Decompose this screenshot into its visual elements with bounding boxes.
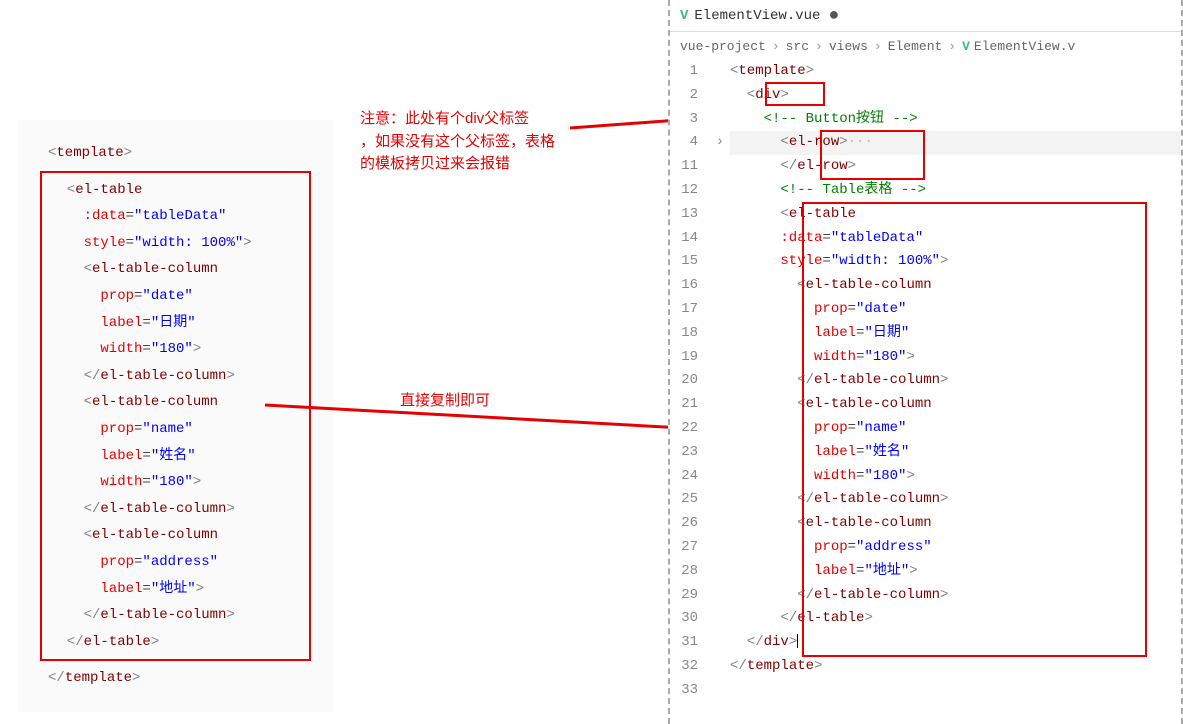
left-red-box: <el-table :data="tableData" style="width…	[40, 171, 311, 662]
breadcrumb-item[interactable]: src	[786, 39, 809, 54]
red-box-table	[802, 202, 1147, 657]
tab-filename: ElementView.vue	[694, 8, 820, 24]
code-editor[interactable]: 1 2 3 4 11 12 13 14 15 16 17 18 19 20 21…	[670, 60, 1181, 703]
annotation-div-parent: 注意：此处有个div父标签 ，如果没有这个父标签，表格 的模板拷贝过来会报错	[360, 108, 555, 176]
code-area[interactable]: <template> <div> <!-- Button按钮 --> <el-r…	[730, 60, 1181, 703]
chevron-right-icon[interactable]: ›	[710, 131, 730, 155]
right-editor-panel: V ElementView.vue ● vue-project› src› vi…	[668, 0, 1183, 724]
red-box-div	[765, 82, 825, 106]
breadcrumb-item[interactable]: ElementView.v	[974, 39, 1075, 54]
left-code-panel: <template> <el-table :data="tableData" s…	[18, 120, 333, 712]
code-line: <template>	[48, 140, 303, 167]
annotation-copy: 直接复制即可	[400, 390, 490, 413]
breadcrumb-item[interactable]: Element	[888, 39, 943, 54]
breadcrumb[interactable]: vue-project› src› views› Element› V Elem…	[670, 32, 1181, 60]
line-number-gutter: 1 2 3 4 11 12 13 14 15 16 17 18 19 20 21…	[670, 60, 710, 703]
editor-tab[interactable]: V ElementView.vue ●	[670, 0, 1181, 32]
fold-gutter: ›	[710, 60, 730, 703]
modified-dot-icon: ●	[828, 6, 839, 26]
vue-icon: V	[962, 39, 970, 54]
breadcrumb-item[interactable]: vue-project	[680, 39, 766, 54]
breadcrumb-item[interactable]: views	[829, 39, 868, 54]
red-box-elrow	[820, 130, 925, 180]
vue-icon: V	[680, 8, 688, 24]
